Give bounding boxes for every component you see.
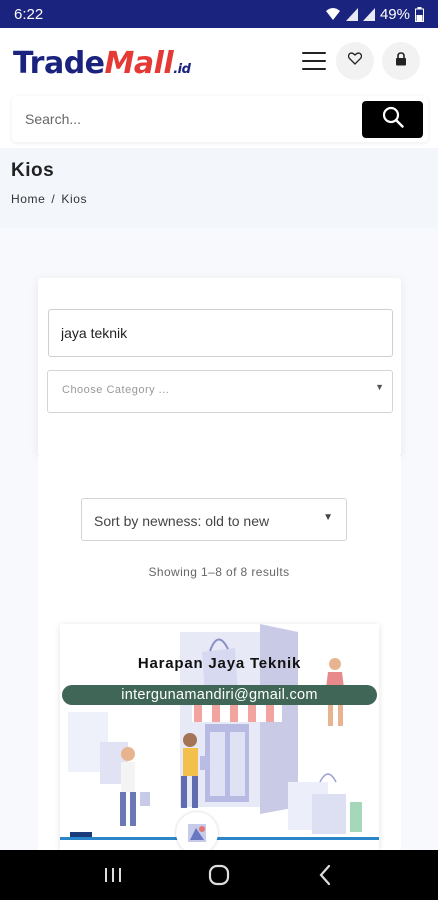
sort-select[interactable]: Sort by newness: old to new ▼	[81, 498, 347, 541]
search-button[interactable]	[362, 101, 423, 138]
heart-icon	[347, 52, 363, 70]
caret-down-icon: ▼	[375, 382, 384, 392]
logo-trade-text: Trade	[13, 46, 105, 81]
breadcrumb-separator: /	[51, 192, 56, 206]
breadcrumb: Home / Kios	[11, 192, 87, 206]
store-name[interactable]: Harapan Jaya Teknik	[60, 655, 379, 672]
search-icon	[382, 106, 404, 133]
category-placeholder: Choose Category ...	[62, 384, 170, 396]
store-card[interactable]: Harapan Jaya Teknik intergunamandiri@gma…	[60, 624, 379, 850]
breadcrumb-home-link[interactable]: Home	[11, 192, 45, 206]
recent-apps-icon[interactable]	[93, 855, 133, 895]
store-keyword-input[interactable]	[48, 309, 393, 357]
signal-icon	[345, 7, 358, 21]
logo-mall-text: Mall	[104, 46, 174, 81]
menu-icon[interactable]	[300, 50, 328, 72]
home-icon[interactable]	[199, 855, 239, 895]
system-nav-bar	[0, 850, 438, 900]
store-email-badge: intergunamandiri@gmail.com	[62, 685, 377, 705]
account-button[interactable]	[382, 42, 420, 80]
search-input[interactable]	[12, 96, 360, 142]
store-avatar	[176, 812, 218, 850]
battery-percent: 49%	[379, 5, 410, 23]
wishlist-button[interactable]	[336, 42, 374, 80]
page-title: Kios	[11, 160, 55, 181]
page-title-section: Kios Home / Kios	[0, 148, 438, 228]
logo-suffix-text: .id	[173, 62, 191, 77]
search-bar	[12, 96, 428, 142]
trademall-logo[interactable]: TradeMall.id	[13, 46, 191, 81]
filter-card: Choose Category ... ▼	[38, 278, 401, 456]
status-bar: 6:22 49%	[0, 0, 438, 28]
battery-icon	[415, 6, 424, 22]
status-icons: 49%	[325, 6, 424, 23]
category-select[interactable]: Choose Category ... ▼	[47, 370, 393, 413]
signal-icon	[362, 7, 375, 21]
sort-selected-label: Sort by newness: old to new	[94, 513, 270, 529]
breadcrumb-current: Kios	[61, 192, 88, 206]
wifi-icon	[325, 7, 341, 21]
status-time: 6:22	[14, 5, 44, 23]
caret-down-icon: ▼	[323, 512, 333, 523]
back-icon[interactable]	[305, 855, 345, 895]
result-count: Showing 1–8 of 8 results	[148, 565, 290, 579]
lock-icon	[395, 51, 407, 71]
app-header: TradeMall.id	[0, 28, 438, 96]
